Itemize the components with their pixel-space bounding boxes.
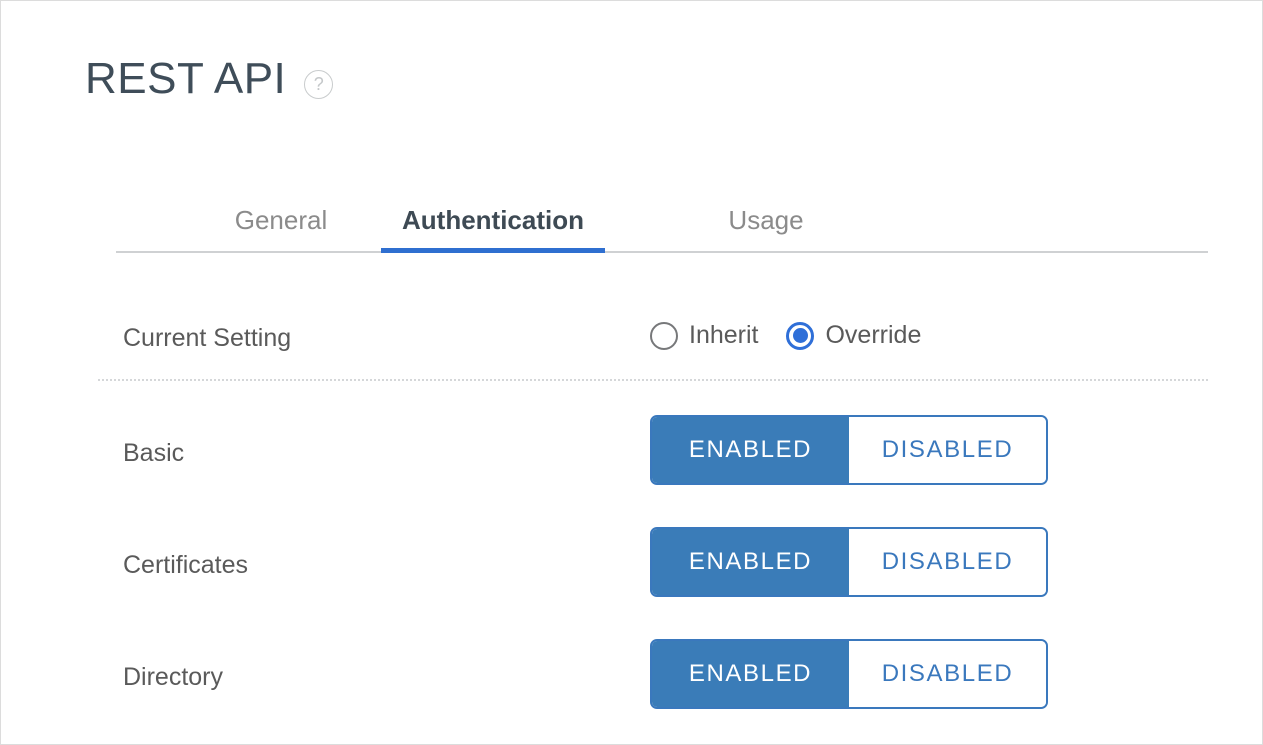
auth-row-certificates-label: Certificates xyxy=(123,551,248,580)
tab-general-label: General xyxy=(235,205,328,236)
tab-bar: General Authentication Usage xyxy=(116,189,1208,253)
auth-row-basic-label: Basic xyxy=(123,439,184,468)
radio-option-override-label: Override xyxy=(825,321,921,350)
tab-usage-label: Usage xyxy=(728,205,803,236)
directory-toggle-disabled[interactable]: DISABLED xyxy=(849,641,1046,707)
directory-toggle-enabled[interactable]: ENABLED xyxy=(652,641,849,707)
tab-usage[interactable]: Usage xyxy=(656,189,876,251)
certificates-toggle-enabled[interactable]: ENABLED xyxy=(652,529,849,595)
radio-option-override[interactable]: Override xyxy=(786,321,921,350)
radio-option-inherit[interactable]: Inherit xyxy=(650,321,758,350)
current-setting-radio-group: Inherit Override xyxy=(650,321,921,350)
certificates-toggle-disabled[interactable]: DISABLED xyxy=(849,529,1046,595)
auth-row-certificates: Certificates ENABLED DISABLED xyxy=(98,513,1208,625)
current-setting-label: Current Setting xyxy=(123,324,291,353)
tab-authentication[interactable]: Authentication xyxy=(381,189,605,251)
tab-general[interactable]: General xyxy=(171,189,391,251)
rest-api-settings-page: REST API ? General Authentication Usage … xyxy=(0,0,1263,745)
tab-authentication-label: Authentication xyxy=(402,205,584,236)
basic-toggle: ENABLED DISABLED xyxy=(650,415,1048,485)
certificates-toggle: ENABLED DISABLED xyxy=(650,527,1048,597)
radio-checked-icon xyxy=(786,322,814,350)
current-setting-row: Current Setting Inherit Override xyxy=(98,306,1208,381)
auth-row-basic: Basic ENABLED DISABLED xyxy=(98,401,1208,513)
radio-option-inherit-label: Inherit xyxy=(689,321,758,350)
basic-toggle-disabled[interactable]: DISABLED xyxy=(849,417,1046,483)
page-header: REST API ? xyxy=(85,57,333,101)
page-title: REST API xyxy=(85,57,286,101)
question-mark-circle-icon[interactable]: ? xyxy=(304,70,333,99)
basic-toggle-enabled[interactable]: ENABLED xyxy=(652,417,849,483)
directory-toggle: ENABLED DISABLED xyxy=(650,639,1048,709)
auth-row-directory-label: Directory xyxy=(123,663,223,692)
auth-row-directory: Directory ENABLED DISABLED xyxy=(98,625,1208,737)
radio-unchecked-icon xyxy=(650,322,678,350)
